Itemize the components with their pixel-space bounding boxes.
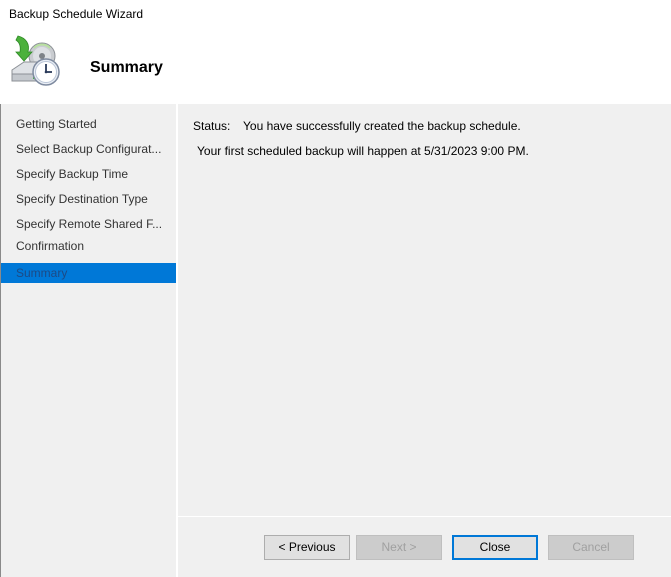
sidebar-item-specify-remote-shared-folder[interactable]: Specify Remote Shared F...	[1, 214, 176, 234]
sidebar-item-getting-started[interactable]: Getting Started	[1, 114, 176, 134]
backup-schedule-wizard-window: Backup Schedule Wizard Summary Getting S…	[0, 0, 671, 577]
previous-button[interactable]: < Previous	[264, 535, 350, 560]
page-title: Summary	[90, 59, 163, 76]
sidebar-item-summary[interactable]: Summary	[1, 263, 176, 283]
status-label: Status:	[193, 119, 231, 133]
scheduled-backup-detail: Your first scheduled backup will happen …	[197, 144, 529, 158]
close-button[interactable]: Close	[452, 535, 538, 560]
next-button[interactable]: Next >	[356, 535, 442, 560]
cancel-button[interactable]: Cancel	[548, 535, 634, 560]
sidebar-item-confirmation[interactable]: Confirmation	[1, 236, 176, 256]
backup-schedule-icon	[8, 34, 62, 88]
sidebar-item-specify-backup-time[interactable]: Specify Backup Time	[1, 164, 176, 184]
window-title: Backup Schedule Wizard	[9, 7, 144, 21]
status-text: You have successfully created the backup…	[243, 119, 521, 133]
sidebar-item-select-backup-configuration[interactable]: Select Backup Configurat...	[1, 139, 176, 159]
wizard-steps-sidebar: Getting Started Select Backup Configurat…	[0, 104, 176, 577]
wizard-header: Backup Schedule Wizard Summary	[0, 0, 671, 104]
sidebar-item-specify-destination-type[interactable]: Specify Destination Type	[1, 189, 176, 209]
wizard-footer: < Previous Next > Close Cancel	[178, 517, 671, 577]
status-row: Status: You have successfully created the…	[193, 119, 521, 133]
summary-content-panel: Status: You have successfully created the…	[178, 104, 671, 516]
